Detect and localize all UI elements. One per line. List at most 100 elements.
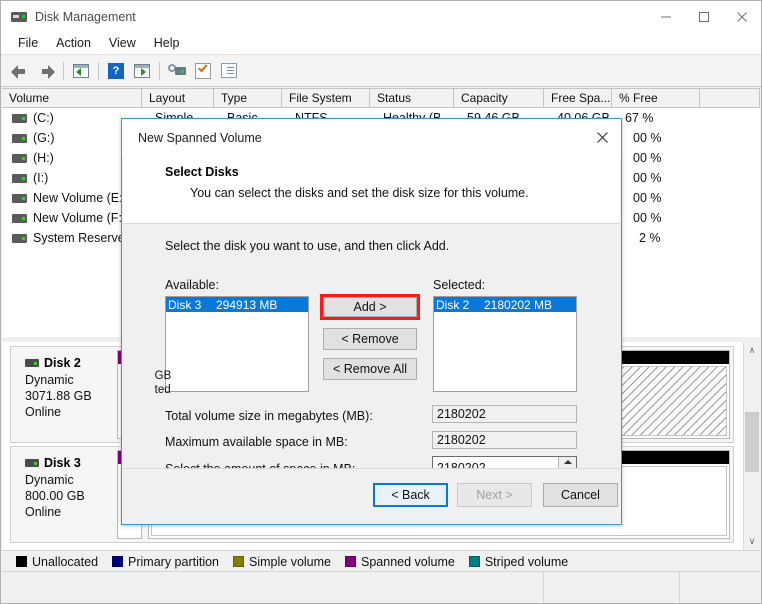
back-button[interactable]: < Back [373,483,448,507]
maximize-button[interactable] [685,1,723,32]
menu-item-file[interactable]: File [9,33,47,53]
legend: Unallocated Primary partition Simple vol… [2,550,760,572]
list-view-icon[interactable] [216,59,242,83]
legend-swatch [468,556,480,567]
legend-swatch [112,556,124,567]
close-button[interactable] [723,1,761,32]
cell-percent-free: 00 % [633,151,662,165]
menu-item-action[interactable]: Action [47,33,100,53]
menu-item-view[interactable]: View [100,33,145,53]
legend-swatch [16,556,27,567]
available-disk-size: 294913 MB [216,297,278,312]
properties-icon[interactable] [190,59,216,83]
cell-percent-free: 00 % [633,131,662,145]
back-arrow-icon[interactable] [7,59,33,83]
disk-state: Online [25,505,62,519]
show-hide-console-tree-icon[interactable] [68,59,94,83]
dialog-close-button[interactable] [587,123,617,151]
status-segment-three [680,572,760,602]
status-bar [2,571,760,602]
cancel-button[interactable]: Cancel [543,483,618,507]
dialog-header: Select Disks You can select the disks an… [123,157,620,224]
status-segment-main [2,572,544,602]
maximum-available-space-label: Maximum available space in MB: [165,435,348,449]
available-label: Available: [165,278,219,292]
column-header-percent-free[interactable]: % Free [612,89,700,107]
cell-volume: System Reserved [33,231,132,245]
selected-disks-listbox[interactable]: Disk 2 2180202 MB [433,296,577,392]
disk-state: Online [25,405,62,419]
disk-icon [25,459,39,467]
legend-label: Simple volume [249,554,331,569]
volume-icon [12,233,27,243]
dialog-instruction: Select the disk you want to use, and the… [165,239,450,253]
column-header-file-system[interactable]: File System [282,89,370,107]
disk-info-disk-3: Disk 3 Dynamic 800.00 GB Online [11,447,116,542]
legend-label: Striped volume [484,554,569,569]
disk-management-icon [10,8,28,26]
column-header-blank[interactable] [700,89,760,107]
legend-label: Primary partition [128,554,220,569]
disk-size: 800.00 GB [25,489,85,503]
total-volume-size-label: Total volume size in megabytes (MB): [165,409,373,423]
forward-arrow-icon[interactable] [33,59,59,83]
cell-volume: (C:) [33,111,54,125]
column-header-capacity[interactable]: Capacity [454,89,544,107]
cell-percent-free: 00 % [633,211,662,225]
cell-percent-free: 67 % [625,111,654,125]
window-title: Disk Management [35,9,136,24]
help-icon[interactable]: ? [103,59,129,83]
spinner-up-icon[interactable] [559,457,576,468]
disk-size: 3071.88 GB [25,389,92,403]
legend-item-primary-partition: Primary partition [112,555,219,569]
toolbar-separator [63,61,64,80]
scrollbar-thumb[interactable] [745,412,759,472]
dialog-footer: < Back Next > Cancel [123,468,620,523]
available-disk-name: Disk 3 [168,297,202,312]
selected-label: Selected: [433,278,486,292]
cell-percent-free: 2 % [639,231,661,245]
minimize-button[interactable] [647,1,685,32]
column-header-free-space[interactable]: Free Spa... [544,89,612,107]
disk-pane-scrollbar[interactable]: ∧ ∨ [743,342,760,550]
legend-swatch [345,556,356,567]
column-header-type[interactable]: Type [214,89,282,107]
volume-icon [12,193,27,203]
list-item[interactable]: Disk 2 2180202 MB [434,297,576,312]
rescan-disks-icon[interactable] [164,59,190,83]
menu-item-help[interactable]: Help [145,33,189,53]
disk-type: Dynamic [25,473,74,487]
dialog-subheading: You can select the disks and set the dis… [190,186,529,200]
column-header-volume[interactable]: Volume [2,89,142,107]
cell-percent-free: 00 % [633,171,662,185]
cell-volume: New Volume (E:) [33,191,127,205]
disk-name: Disk 2 [44,356,81,370]
partition-state-label: ted [154,384,171,396]
show-hide-action-pane-icon[interactable] [129,59,155,83]
legend-item-unallocated: Unallocated [16,555,98,569]
toolbar: ? [1,55,761,87]
scroll-down-icon[interactable]: ∨ [744,533,760,550]
column-header-status[interactable]: Status [370,89,454,107]
volume-icon [12,153,27,163]
next-button: Next > [457,483,532,507]
selected-disk-name: Disk 2 [436,297,470,312]
volume-icon [12,173,27,183]
legend-item-striped-volume: Striped volume [468,554,569,569]
cell-volume: New Volume (F:) [33,211,127,225]
dialog-heading: Select Disks [165,165,239,179]
legend-swatch [233,556,245,567]
list-item[interactable]: Disk 3 294913 MB [166,297,308,312]
column-header-layout[interactable]: Layout [142,89,214,107]
cell-percent-free: 00 % [633,191,662,205]
partition-size-label: GB [154,370,172,382]
disk-icon [25,359,39,367]
new-spanned-volume-dialog: New Spanned Volume Select Disks You can … [121,118,622,525]
remove-button[interactable]: < Remove [323,328,417,350]
scroll-up-icon[interactable]: ∧ [744,342,760,359]
dialog-title: New Spanned Volume [138,131,262,145]
add-button[interactable]: Add > [320,294,420,320]
remove-all-button[interactable]: < Remove All [323,358,417,380]
cell-volume: (I:) [33,171,49,185]
legend-label: Spanned volume [361,554,455,569]
